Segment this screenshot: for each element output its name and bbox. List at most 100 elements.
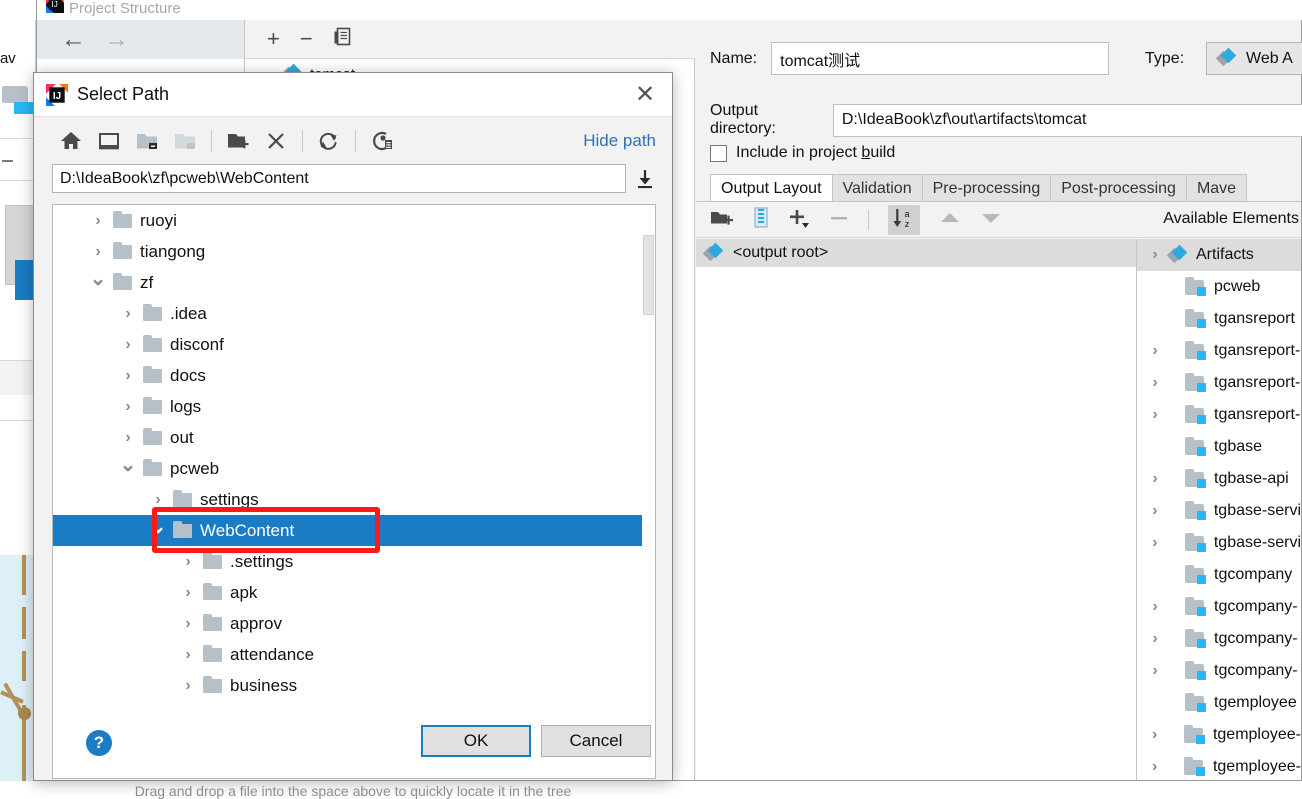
- available-element-row[interactable]: › tgcompany-: [1137, 623, 1301, 655]
- sort-az-icon[interactable]: a z: [888, 204, 920, 235]
- tree-row[interactable]: › .idea: [53, 298, 655, 329]
- available-element-row[interactable]: › tgbase-api: [1137, 463, 1301, 495]
- tab-output-layout[interactable]: Output Layout: [710, 174, 833, 202]
- tab-pre-processing[interactable]: Pre-processing: [921, 174, 1052, 202]
- directory-tree[interactable]: › ruoyi › tiangong ⌄ zf › .idea › disconf › docs › lo…: [52, 204, 656, 779]
- available-element-row[interactable]: › tgcompany-: [1137, 591, 1301, 623]
- available-element-row[interactable]: › tgansreport-: [1137, 367, 1301, 399]
- tree-row[interactable]: › docs: [53, 360, 655, 391]
- chevron-down-icon[interactable]: ⌄: [113, 455, 143, 478]
- tree-scrollbar-thumb[interactable]: [643, 235, 654, 315]
- show-hidden-icon[interactable]: [363, 124, 401, 158]
- chevron-right-icon[interactable]: ›: [83, 212, 113, 230]
- chevron-right-icon[interactable]: ›: [1141, 758, 1168, 776]
- tree-row[interactable]: › approv: [53, 608, 655, 639]
- tree-row[interactable]: › .settings: [53, 546, 655, 577]
- available-element-row[interactable]: › tgemployee-: [1137, 751, 1301, 780]
- chevron-right-icon[interactable]: ›: [113, 336, 143, 354]
- tree-row[interactable]: › settings: [53, 484, 655, 515]
- add-artifact-button[interactable]: +: [267, 28, 280, 50]
- chevron-right-icon[interactable]: ›: [1141, 374, 1169, 392]
- tab-post-processing[interactable]: Post-processing: [1050, 174, 1187, 202]
- tree-row[interactable]: › out: [53, 422, 655, 453]
- help-button[interactable]: ?: [86, 730, 112, 756]
- chevron-right-icon[interactable]: ›: [1141, 502, 1169, 520]
- tree-row[interactable]: ⌄ zf: [53, 267, 655, 298]
- copy-icon[interactable]: [333, 27, 351, 51]
- chevron-right-icon[interactable]: ›: [173, 677, 203, 695]
- chevron-down-icon[interactable]: ⌄: [83, 269, 113, 292]
- remove-icon[interactable]: [829, 208, 849, 232]
- add-copy-icon[interactable]: [788, 207, 810, 233]
- delete-icon[interactable]: [257, 124, 295, 158]
- chevron-right-icon[interactable]: ›: [1141, 470, 1169, 488]
- chevron-right-icon[interactable]: ›: [1141, 598, 1169, 616]
- chevron-down-icon[interactable]: ⌄: [143, 517, 173, 540]
- move-up-icon[interactable]: [939, 211, 961, 229]
- move-down-icon[interactable]: [980, 211, 1002, 229]
- available-element-row[interactable]: › tgbase-servi: [1137, 495, 1301, 527]
- tree-row[interactable]: ⌄ pcweb: [53, 453, 655, 484]
- available-element-row[interactable]: ›tgbase: [1137, 431, 1301, 463]
- chevron-right-icon[interactable]: ›: [1141, 406, 1169, 424]
- create-archive-icon[interactable]: [753, 207, 769, 232]
- tab-mave[interactable]: Mave: [1185, 174, 1248, 202]
- chevron-right-icon[interactable]: ›: [1141, 342, 1169, 360]
- include-in-build-checkbox[interactable]: [710, 144, 727, 162]
- available-element-row[interactable]: › tgcompany-: [1137, 655, 1301, 687]
- home-icon[interactable]: [52, 124, 90, 158]
- chevron-right-icon[interactable]: ›: [143, 491, 173, 509]
- create-directory-icon[interactable]: [710, 208, 734, 232]
- path-input[interactable]: [52, 164, 626, 193]
- chevron-right-icon[interactable]: ›: [1141, 534, 1169, 552]
- remove-artifact-button[interactable]: −: [300, 28, 313, 50]
- refresh-icon[interactable]: [310, 124, 348, 158]
- type-combobox[interactable]: Web A: [1206, 42, 1302, 75]
- download-icon[interactable]: [634, 166, 656, 192]
- new-folder-icon[interactable]: [219, 124, 257, 158]
- chevron-right-icon[interactable]: ›: [113, 429, 143, 447]
- tree-row[interactable]: › tiangong: [53, 236, 655, 267]
- ok-button[interactable]: OK: [421, 725, 531, 757]
- include-in-build-row[interactable]: Include in project build: [710, 144, 895, 162]
- hide-path-link[interactable]: Hide path: [583, 131, 656, 151]
- available-element-row[interactable]: › tgansreport-: [1137, 399, 1301, 431]
- available-element-row[interactable]: ›tgansreport: [1137, 303, 1301, 335]
- tree-row[interactable]: › logs: [53, 391, 655, 422]
- cancel-button[interactable]: Cancel: [541, 725, 651, 757]
- output-root-row[interactable]: <output root>: [696, 239, 1136, 267]
- available-element-row[interactable]: ›tgcompany: [1137, 559, 1301, 591]
- tree-row[interactable]: › attendance: [53, 639, 655, 670]
- chevron-right-icon[interactable]: ›: [173, 553, 203, 571]
- chevron-right-icon[interactable]: ›: [1141, 662, 1169, 680]
- chevron-right-icon[interactable]: ›: [1141, 726, 1168, 744]
- chevron-right-icon[interactable]: ›: [113, 398, 143, 416]
- chevron-right-icon[interactable]: ›: [1141, 630, 1169, 648]
- arrow-left-icon[interactable]: ←: [61, 27, 86, 52]
- tree-row[interactable]: › ruoyi: [53, 205, 655, 236]
- tree-row[interactable]: › disconf: [53, 329, 655, 360]
- tree-row[interactable]: › apk: [53, 577, 655, 608]
- tree-row[interactable]: ⌄ WebContent: [53, 515, 655, 546]
- available-element-row[interactable]: ›tgemployee: [1137, 687, 1301, 719]
- arrow-right-icon[interactable]: →: [104, 27, 129, 52]
- tab-validation[interactable]: Validation: [831, 174, 923, 202]
- chevron-right-icon[interactable]: ›: [173, 646, 203, 664]
- chevron-right-icon[interactable]: ›: [173, 584, 203, 602]
- desktop-icon[interactable]: [90, 124, 128, 158]
- available-element-row[interactable]: › tgansreport-: [1137, 335, 1301, 367]
- close-icon[interactable]: ✕: [628, 78, 662, 112]
- tree-scrollbar[interactable]: [642, 205, 655, 778]
- output-directory-input[interactable]: [832, 103, 1302, 137]
- chevron-right-icon[interactable]: ›: [173, 615, 203, 633]
- chevron-right-icon[interactable]: ›: [83, 243, 113, 261]
- chevron-right-icon[interactable]: ›: [113, 367, 143, 385]
- tree-row[interactable]: › business: [53, 670, 655, 701]
- project-folder-icon[interactable]: [128, 124, 166, 158]
- available-element-row[interactable]: › tgbase-servi: [1137, 527, 1301, 559]
- module-folder-icon[interactable]: [166, 124, 204, 158]
- available-element-row[interactable]: › tgemployee-: [1137, 719, 1301, 751]
- chevron-right-icon[interactable]: ›: [113, 305, 143, 323]
- name-input[interactable]: [771, 42, 1110, 75]
- available-element-row[interactable]: ›pcweb: [1137, 271, 1301, 303]
